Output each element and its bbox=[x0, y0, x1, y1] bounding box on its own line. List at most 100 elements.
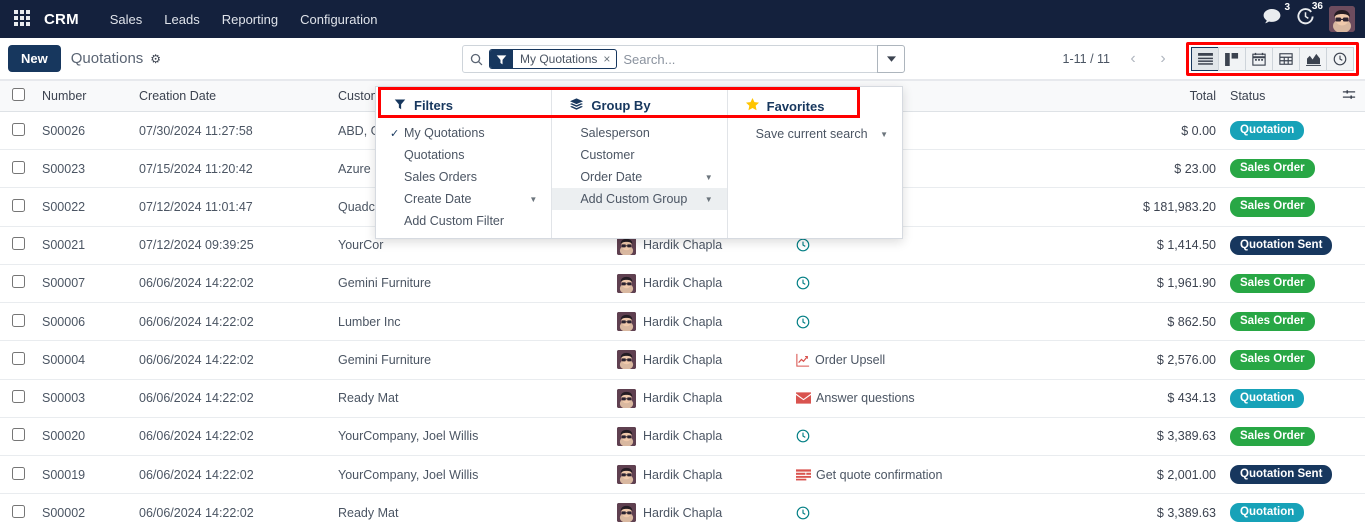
cell-activity[interactable] bbox=[788, 494, 1110, 529]
cell-creation-date[interactable]: 07/12/2024 11:01:47 bbox=[131, 188, 330, 226]
cell-salesperson[interactable]: Hardik Chapla bbox=[609, 417, 788, 455]
cell-customer[interactable]: Ready Mat bbox=[330, 494, 609, 529]
cell-total[interactable]: $ 434.13 bbox=[1110, 379, 1222, 417]
cell-customer[interactable]: Ready Mat bbox=[330, 379, 609, 417]
table-row[interactable]: S0001906/06/2024 14:22:02YourCompany, Jo… bbox=[0, 455, 1365, 493]
clock-icon[interactable] bbox=[796, 506, 810, 520]
gear-icon[interactable]: ⚙ bbox=[150, 52, 161, 66]
row-checkbox[interactable] bbox=[12, 428, 25, 441]
filter-item-my-quotations[interactable]: ✓ My Quotations bbox=[376, 122, 551, 144]
nav-menu-reporting[interactable]: Reporting bbox=[211, 6, 289, 33]
cell-total[interactable]: $ 1,414.50 bbox=[1110, 226, 1222, 264]
filter-item-sales-orders[interactable]: Sales Orders bbox=[376, 166, 551, 188]
cell-number[interactable]: S00022 bbox=[34, 188, 131, 226]
cell-status[interactable]: Quotation Sent bbox=[1222, 226, 1332, 264]
view-button-pivot[interactable] bbox=[1272, 47, 1300, 71]
messages-menu[interactable]: 3 bbox=[1263, 8, 1282, 30]
row-checkbox[interactable] bbox=[12, 237, 25, 250]
column-header-number[interactable]: Number bbox=[34, 81, 131, 112]
cell-total[interactable]: $ 181,983.20 bbox=[1110, 188, 1222, 226]
row-checkbox[interactable] bbox=[12, 314, 25, 327]
cell-creation-date[interactable]: 06/06/2024 14:22:02 bbox=[131, 455, 330, 493]
cell-status[interactable]: Sales Order bbox=[1222, 303, 1332, 341]
cell-status[interactable]: Sales Order bbox=[1222, 188, 1332, 226]
cell-status[interactable]: Quotation bbox=[1222, 112, 1332, 150]
row-checkbox[interactable] bbox=[12, 505, 25, 518]
cell-customer[interactable]: YourCompany, Joel Willis bbox=[330, 455, 609, 493]
cell-total[interactable]: $ 2,576.00 bbox=[1110, 341, 1222, 379]
nav-menu-sales[interactable]: Sales bbox=[99, 6, 154, 33]
cell-total[interactable]: $ 0.00 bbox=[1110, 112, 1222, 150]
cell-total[interactable]: $ 1,961.90 bbox=[1110, 264, 1222, 302]
group-by-item-order-date[interactable]: Order Date ▼ bbox=[552, 166, 726, 188]
cell-total[interactable]: $ 2,001.00 bbox=[1110, 455, 1222, 493]
apps-grid-icon[interactable] bbox=[14, 10, 32, 28]
clock-icon[interactable] bbox=[796, 276, 810, 290]
cell-customer[interactable]: Lumber Inc bbox=[330, 303, 609, 341]
cell-total[interactable]: $ 3,389.63 bbox=[1110, 494, 1222, 529]
cell-creation-date[interactable]: 06/06/2024 14:22:02 bbox=[131, 417, 330, 455]
cell-number[interactable]: S00006 bbox=[34, 303, 131, 341]
cell-customer[interactable]: YourCompany, Joel Willis bbox=[330, 417, 609, 455]
cell-creation-date[interactable]: 06/06/2024 14:22:02 bbox=[131, 341, 330, 379]
group-by-item-salesperson[interactable]: Salesperson bbox=[552, 122, 726, 144]
table-row[interactable]: S0000206/06/2024 14:22:02Ready MatHardik… bbox=[0, 494, 1365, 529]
favorites-item-save-current-search[interactable]: Save current search ▼ bbox=[728, 123, 902, 145]
cell-customer[interactable]: Gemini Furniture bbox=[330, 341, 609, 379]
view-button-graph[interactable] bbox=[1299, 47, 1327, 71]
cell-number[interactable]: S00020 bbox=[34, 417, 131, 455]
list-icon[interactable] bbox=[796, 469, 811, 481]
cell-number[interactable]: S00026 bbox=[34, 112, 131, 150]
cell-status[interactable]: Quotation bbox=[1222, 494, 1332, 529]
table-row[interactable]: S0000306/06/2024 14:22:02Ready MatHardik… bbox=[0, 379, 1365, 417]
cell-creation-date[interactable]: 07/15/2024 11:20:42 bbox=[131, 150, 330, 188]
row-checkbox[interactable] bbox=[12, 390, 25, 403]
select-all-checkbox[interactable] bbox=[12, 88, 25, 101]
cell-status[interactable]: Quotation Sent bbox=[1222, 455, 1332, 493]
group-by-item-add-custom-group[interactable]: Add Custom Group ▼ bbox=[552, 188, 726, 210]
cell-creation-date[interactable]: 07/30/2024 11:27:58 bbox=[131, 112, 330, 150]
cell-number[interactable]: S00002 bbox=[34, 494, 131, 529]
table-row[interactable]: S0000706/06/2024 14:22:02Gemini Furnitur… bbox=[0, 264, 1365, 302]
row-checkbox[interactable] bbox=[12, 161, 25, 174]
cell-creation-date[interactable]: 06/06/2024 14:22:02 bbox=[131, 303, 330, 341]
cell-number[interactable]: S00023 bbox=[34, 150, 131, 188]
cell-salesperson[interactable]: Hardik Chapla bbox=[609, 303, 788, 341]
cell-status[interactable]: Sales Order bbox=[1222, 341, 1332, 379]
cell-creation-date[interactable]: 06/06/2024 14:22:02 bbox=[131, 494, 330, 529]
view-button-kanban[interactable] bbox=[1218, 47, 1246, 71]
cell-activity[interactable] bbox=[788, 303, 1110, 341]
cell-number[interactable]: S00004 bbox=[34, 341, 131, 379]
row-checkbox[interactable] bbox=[12, 123, 25, 136]
cell-total[interactable]: $ 3,389.63 bbox=[1110, 417, 1222, 455]
cell-activity[interactable] bbox=[788, 264, 1110, 302]
activities-menu[interactable]: 36 bbox=[1296, 7, 1315, 31]
group-by-item-customer[interactable]: Customer bbox=[552, 144, 726, 166]
view-button-list[interactable] bbox=[1191, 47, 1219, 71]
cell-number[interactable]: S00003 bbox=[34, 379, 131, 417]
column-header-creation-date[interactable]: Creation Date bbox=[131, 81, 330, 112]
user-avatar[interactable] bbox=[1329, 6, 1355, 32]
cell-status[interactable]: Quotation bbox=[1222, 379, 1332, 417]
table-row[interactable]: S0000606/06/2024 14:22:02Lumber IncHardi… bbox=[0, 303, 1365, 341]
search-facet-remove[interactable]: × bbox=[601, 50, 616, 68]
cell-activity[interactable]: Answer questions bbox=[788, 379, 1110, 417]
cell-salesperson[interactable]: Hardik Chapla bbox=[609, 379, 788, 417]
column-options-icon[interactable] bbox=[1332, 81, 1365, 112]
column-header-total[interactable]: Total bbox=[1110, 81, 1222, 112]
table-row[interactable]: S0002006/06/2024 14:22:02YourCompany, Jo… bbox=[0, 417, 1365, 455]
row-checkbox[interactable] bbox=[12, 352, 25, 365]
app-brand-crm[interactable]: CRM bbox=[44, 11, 79, 28]
cell-salesperson[interactable]: Hardik Chapla bbox=[609, 494, 788, 529]
pager-next-button[interactable]: › bbox=[1150, 46, 1176, 72]
pager-previous-button[interactable]: ‹ bbox=[1120, 46, 1146, 72]
row-checkbox[interactable] bbox=[12, 467, 25, 480]
envelope-icon[interactable] bbox=[796, 392, 811, 404]
cell-salesperson[interactable]: Hardik Chapla bbox=[609, 341, 788, 379]
cell-status[interactable]: Sales Order bbox=[1222, 264, 1332, 302]
new-button[interactable]: New bbox=[8, 45, 61, 72]
nav-menu-leads[interactable]: Leads bbox=[153, 6, 210, 33]
clock-icon[interactable] bbox=[796, 238, 810, 252]
clock-icon[interactable] bbox=[796, 315, 810, 329]
table-row[interactable]: S0000406/06/2024 14:22:02Gemini Furnitur… bbox=[0, 341, 1365, 379]
